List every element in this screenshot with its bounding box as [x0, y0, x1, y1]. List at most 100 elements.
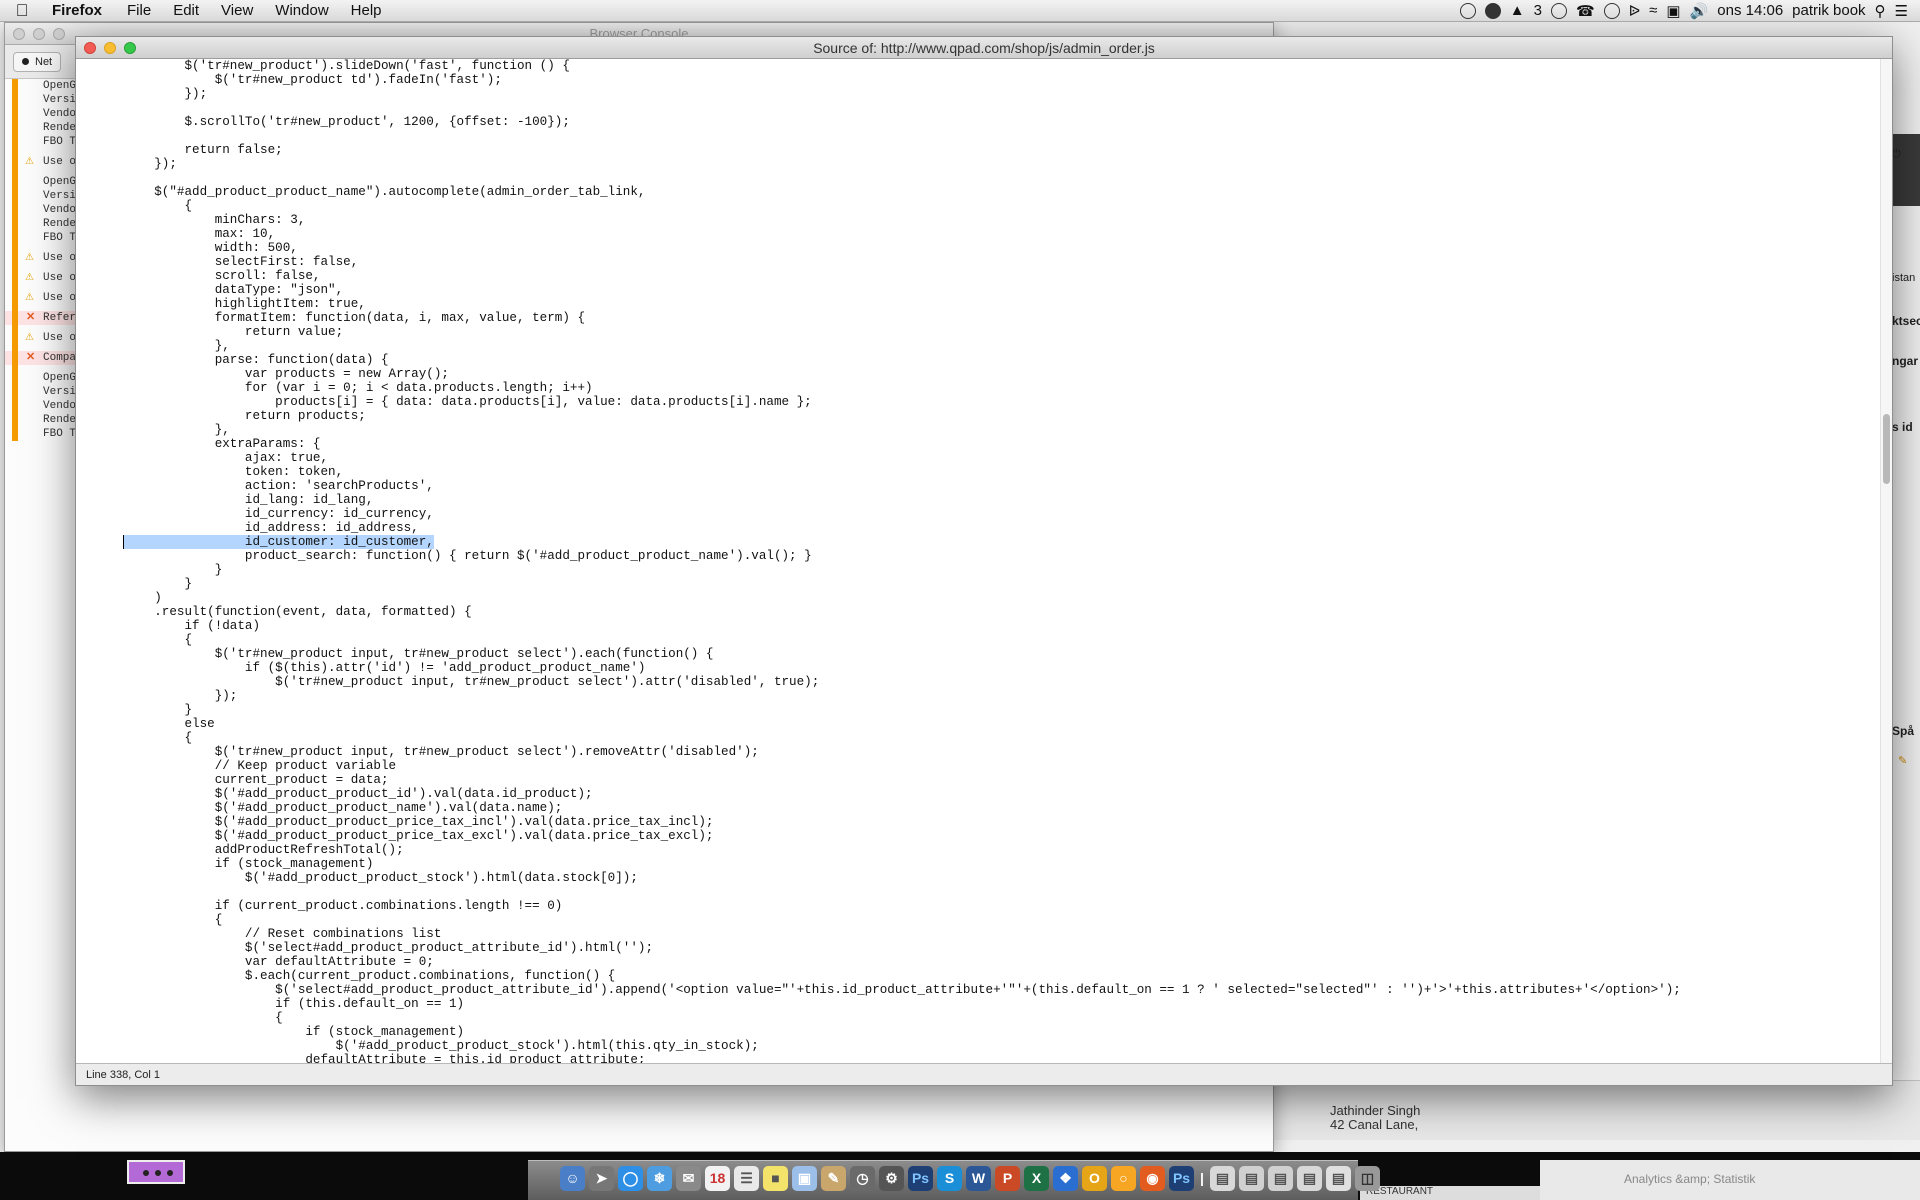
code-line: $('#add_product_product_price_tax_incl')…: [124, 815, 1880, 829]
log-text: Versi: [43, 190, 77, 202]
source-code-area[interactable]: $('tr#new_product').slideDown('fast', fu…: [76, 59, 1880, 1063]
log-text: Compa: [43, 352, 77, 364]
code-text: id_lang: id_lang,: [124, 493, 374, 507]
wifi-icon[interactable]: ≈: [1649, 2, 1657, 19]
code-text: var defaultAttribute = 0;: [124, 955, 434, 969]
menu-file[interactable]: File: [116, 2, 162, 19]
code-text: if (current_product.combinations.length …: [124, 899, 563, 913]
code-text: $.each(current_product.combinations, fun…: [124, 969, 616, 983]
chat-icon[interactable]: ○: [1111, 1166, 1136, 1191]
minimize-button[interactable]: [104, 42, 116, 54]
folder-stack-icon[interactable]: ▤: [1268, 1166, 1293, 1191]
source-titlebar: Source of: http://www.qpad.com/shop/js/a…: [76, 37, 1892, 59]
code-text: highlightItem: true,: [124, 297, 366, 311]
warning-icon: ⚠: [25, 293, 34, 304]
code-line: if ($(this).attr('id') != 'add_product_p…: [124, 661, 1880, 675]
edit-icon[interactable]: ✎: [1898, 754, 1907, 767]
minimized-window-thumbnail[interactable]: [127, 1160, 185, 1184]
code-text: {: [124, 731, 193, 745]
analytics-tab[interactable]: Analytics &amp; Statistik: [1540, 1160, 1920, 1200]
minimize-button[interactable]: [33, 28, 45, 40]
mail-icon[interactable]: ✉: [676, 1166, 701, 1191]
screenshot-stack-icon[interactable]: ▤: [1326, 1166, 1351, 1191]
spotlight-search-icon[interactable]: ⚲: [1875, 2, 1886, 20]
code-text: $("#add_product_product_name").autocompl…: [124, 185, 646, 199]
code-text: max: 10,: [124, 227, 276, 241]
bluetooth-icon[interactable]: ᐉ: [1629, 2, 1641, 20]
downloads-stack-icon[interactable]: ▤: [1239, 1166, 1264, 1191]
code-line: token: token,: [124, 465, 1880, 479]
code-text: token: token,: [124, 465, 344, 479]
code-text: {: [124, 913, 223, 927]
time-machine-icon[interactable]: ◷: [850, 1166, 875, 1191]
notification-center-icon[interactable]: ☰: [1895, 2, 1908, 20]
code-line: parse: function(data) {: [124, 353, 1880, 367]
clock[interactable]: ons 14:06: [1717, 2, 1783, 19]
user-name[interactable]: patrik book: [1792, 2, 1865, 19]
volume-icon[interactable]: 🔊: [1690, 2, 1709, 20]
close-button[interactable]: [84, 42, 96, 54]
trash-icon[interactable]: ◫: [1355, 1166, 1380, 1191]
finder-icon[interactable]: ☺: [560, 1166, 585, 1191]
code-line: $('tr#new_product input, tr#new_product …: [124, 675, 1880, 689]
launchpad-icon[interactable]: ➤: [589, 1166, 614, 1191]
calendar-icon[interactable]: 18: [705, 1166, 730, 1191]
code-line: return products;: [124, 409, 1880, 423]
code-line: minChars: 3,: [124, 213, 1880, 227]
powerpoint-icon[interactable]: P: [995, 1166, 1020, 1191]
power-icon[interactable]: ⏻: [1892, 148, 1901, 161]
word-icon[interactable]: W: [966, 1166, 991, 1191]
close-button[interactable]: [13, 28, 25, 40]
safari-icon[interactable]: ❄: [647, 1166, 672, 1191]
time-machine-icon[interactable]: [1603, 2, 1620, 19]
adobe-icon[interactable]: ▲: [1510, 2, 1525, 19]
code-line: ): [124, 591, 1880, 605]
file-stack-icon[interactable]: ▤: [1297, 1166, 1322, 1191]
code-line: return value;: [124, 325, 1880, 339]
norton-icon[interactable]: O: [1082, 1166, 1107, 1191]
code-text: ajax: true,: [124, 451, 329, 465]
check-icon[interactable]: [1484, 2, 1501, 19]
skype-icon[interactable]: S: [937, 1166, 962, 1191]
notes-icon[interactable]: ☰: [734, 1166, 759, 1191]
photoshop-icon[interactable]: Ps: [908, 1166, 933, 1191]
documents-stack-icon[interactable]: ▤: [1210, 1166, 1235, 1191]
menu-view[interactable]: View: [210, 2, 264, 19]
zoom-button[interactable]: [124, 42, 136, 54]
code-text: products[i] = { data: data.products[i], …: [124, 395, 812, 409]
mission-control-icon[interactable]: ◯: [618, 1166, 643, 1191]
preview-icon[interactable]: ▣: [792, 1166, 817, 1191]
zoom-button[interactable]: [53, 28, 65, 40]
code-text: $('#add_product_product_stock').html(dat…: [124, 871, 638, 885]
code-text: return products;: [124, 409, 366, 423]
photoshop-2-icon[interactable]: Ps: [1169, 1166, 1194, 1191]
code-line: id_address: id_address,: [124, 521, 1880, 535]
fragment-text: ngar: [1892, 354, 1919, 368]
utility-icon[interactable]: ✎: [821, 1166, 846, 1191]
display-icon[interactable]: ▣: [1666, 2, 1680, 20]
stickies-icon[interactable]: ■: [763, 1166, 788, 1191]
code-text: },: [124, 423, 230, 437]
sync-icon[interactable]: [1459, 2, 1476, 19]
scrollbar-thumb[interactable]: [1883, 414, 1890, 484]
app-menu[interactable]: Firefox: [44, 2, 116, 19]
dropbox-icon[interactable]: ❖: [1053, 1166, 1078, 1191]
firefox-icon[interactable]: ◉: [1140, 1166, 1165, 1191]
net-filter-button[interactable]: Net: [13, 51, 62, 72]
code-line: width: 500,: [124, 241, 1880, 255]
excel-icon[interactable]: X: [1024, 1166, 1049, 1191]
script-icon[interactable]: [1550, 2, 1567, 19]
menu-bar:  Firefox File Edit View Window Help ▲ 3…: [0, 0, 1920, 22]
phone-icon[interactable]: ☎: [1576, 2, 1595, 20]
code-text: $('tr#new_product input, tr#new_product …: [124, 745, 759, 759]
menu-window[interactable]: Window: [264, 2, 339, 19]
system-preferences-icon[interactable]: ⚙: [879, 1166, 904, 1191]
menu-edit[interactable]: Edit: [162, 2, 210, 19]
apple-menu-icon[interactable]: : [0, 1, 44, 21]
code-line: },: [124, 423, 1880, 437]
vertical-scrollbar[interactable]: [1880, 59, 1892, 1063]
code-line: var products = new Array();: [124, 367, 1880, 381]
log-text: FBO T: [43, 232, 77, 244]
menu-help[interactable]: Help: [340, 2, 393, 19]
